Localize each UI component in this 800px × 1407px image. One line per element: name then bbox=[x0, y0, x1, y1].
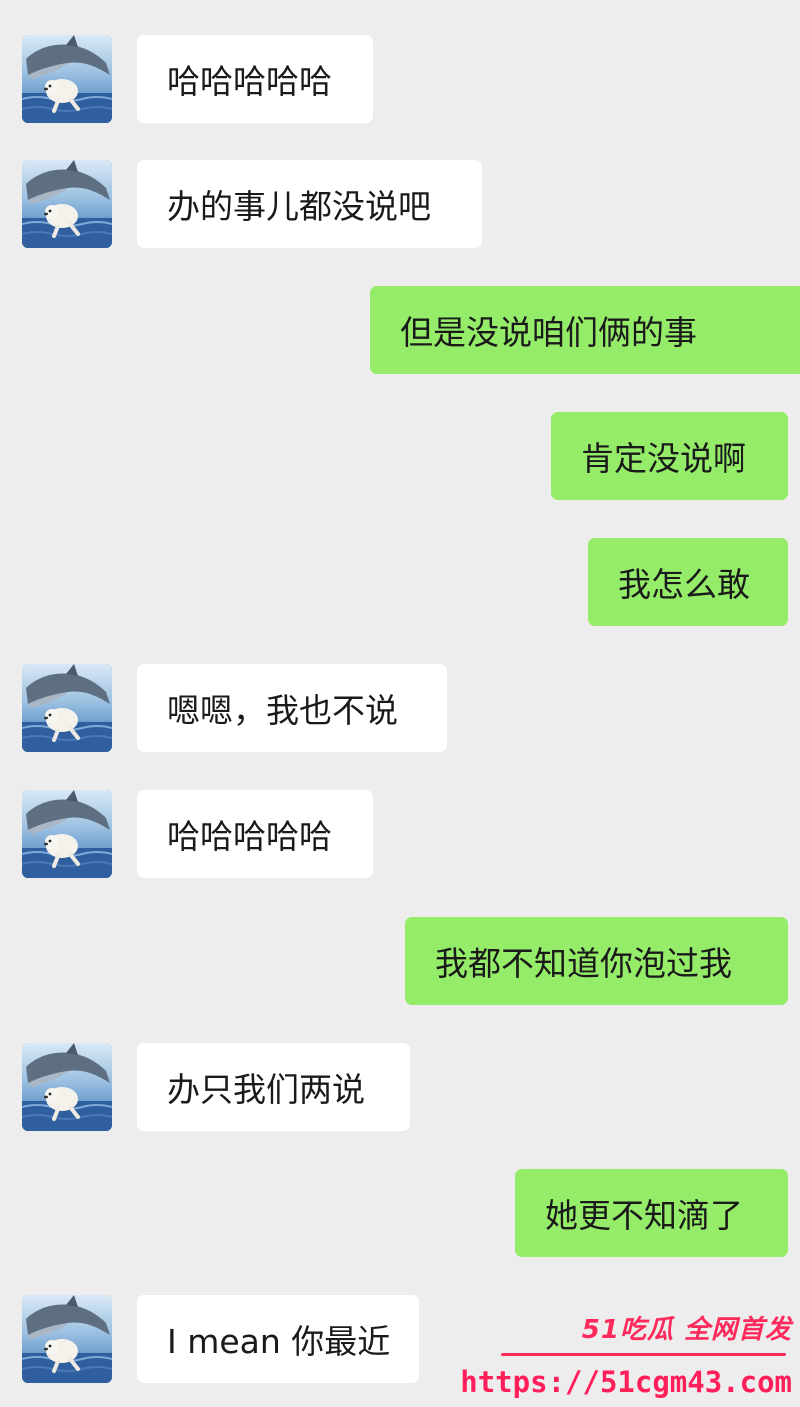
message-row-6: 嗯嗯，我也不说 bbox=[0, 664, 800, 756]
message-text: 我都不知道你泡过我 bbox=[435, 944, 732, 983]
incoming-message-bubble[interactable]: 办的事儿都没说吧 bbox=[137, 160, 482, 248]
incoming-message-bubble[interactable]: I mean 你最近 bbox=[137, 1295, 419, 1383]
watermark-underline bbox=[501, 1353, 786, 1356]
outgoing-message-bubble[interactable]: 我都不知道你泡过我 bbox=[405, 917, 788, 1005]
message-row-2: 办的事儿都没说吧 bbox=[0, 160, 800, 252]
message-text: 办只我们两说 bbox=[167, 1070, 365, 1109]
message-text: 嗯嗯，我也不说 bbox=[167, 691, 398, 730]
incoming-message-bubble[interactable]: 办只我们两说 bbox=[137, 1043, 410, 1131]
message-row-7: 哈哈哈哈哈 bbox=[0, 790, 800, 882]
dolphin-puppy-avatar-image bbox=[22, 1043, 112, 1131]
contact-avatar[interactable] bbox=[22, 664, 112, 752]
message-row-8: 我都不知道你泡过我 bbox=[0, 917, 800, 1009]
incoming-message-bubble[interactable]: 哈哈哈哈哈 bbox=[137, 790, 373, 878]
message-text: 她更不知滴了 bbox=[545, 1196, 743, 1235]
outgoing-message-bubble[interactable]: 但是没说咱们俩的事 bbox=[370, 286, 800, 374]
message-text: I mean 你最近 bbox=[167, 1322, 391, 1361]
incoming-message-bubble[interactable]: 嗯嗯，我也不说 bbox=[137, 664, 447, 752]
message-row-5: 我怎么敢 bbox=[0, 538, 800, 630]
contact-avatar[interactable] bbox=[22, 1043, 112, 1131]
message-text: 肯定没说啊 bbox=[581, 439, 746, 478]
message-row-9: 办只我们两说 bbox=[0, 1043, 800, 1135]
outgoing-message-bubble[interactable]: 她更不知滴了 bbox=[515, 1169, 788, 1257]
message-text: 办的事儿都没说吧 bbox=[167, 187, 431, 226]
dolphin-puppy-avatar-image bbox=[22, 160, 112, 248]
message-row-4: 肯定没说啊 bbox=[0, 412, 800, 504]
dolphin-puppy-avatar-image bbox=[22, 1295, 112, 1383]
contact-avatar[interactable] bbox=[22, 1295, 112, 1383]
site-watermark: 51吃瓜 全网首发 https://51cgm43.com bbox=[460, 1309, 796, 1399]
dolphin-puppy-avatar-image bbox=[22, 664, 112, 752]
outgoing-message-bubble[interactable]: 我怎么敢 bbox=[588, 538, 788, 626]
watermark-url: https://51cgm43.com bbox=[460, 1365, 792, 1399]
watermark-brand: 51吃瓜 全网首发 bbox=[581, 1315, 792, 1345]
message-text: 但是没说咱们俩的事 bbox=[400, 313, 697, 352]
dolphin-puppy-avatar-image bbox=[22, 35, 112, 123]
message-text: 哈哈哈哈哈 bbox=[167, 817, 332, 856]
contact-avatar[interactable] bbox=[22, 790, 112, 878]
dolphin-puppy-avatar-image bbox=[22, 790, 112, 878]
contact-avatar[interactable] bbox=[22, 35, 112, 123]
message-row-3: 但是没说咱们俩的事 bbox=[0, 286, 800, 378]
outgoing-message-bubble[interactable]: 肯定没说啊 bbox=[551, 412, 788, 500]
incoming-message-bubble[interactable]: 哈哈哈哈哈 bbox=[137, 35, 373, 123]
message-text: 哈哈哈哈哈 bbox=[167, 62, 332, 101]
message-row-10: 她更不知滴了 bbox=[0, 1169, 800, 1261]
contact-avatar[interactable] bbox=[22, 160, 112, 248]
message-text: 我怎么敢 bbox=[618, 565, 750, 604]
message-row-1: 哈哈哈哈哈 bbox=[0, 35, 800, 127]
